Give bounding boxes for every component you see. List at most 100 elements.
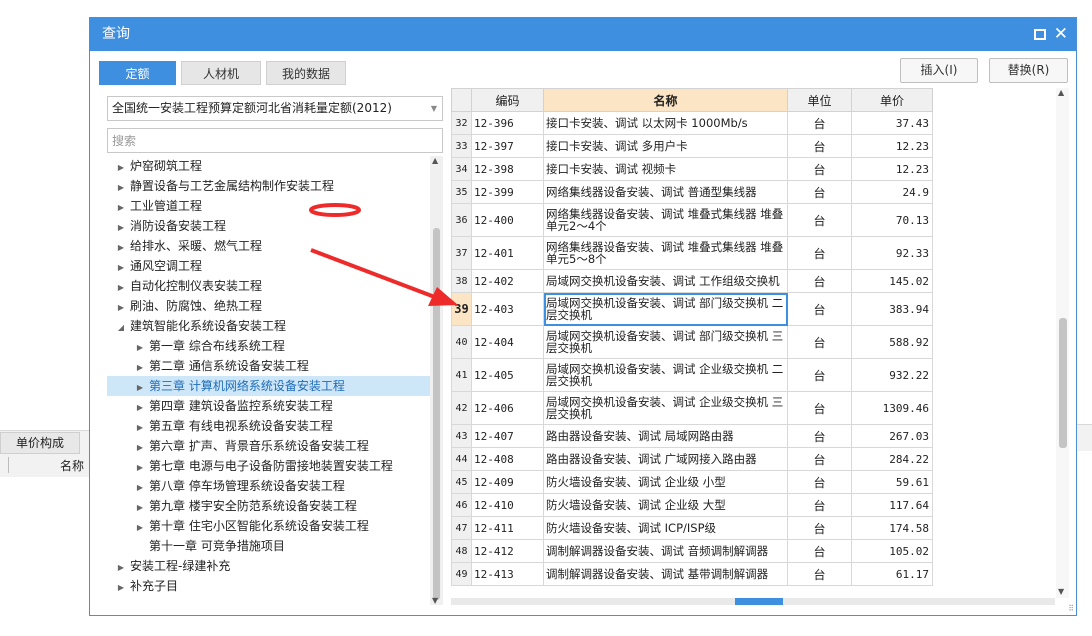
tree-item[interactable]: ▶ 第八章 停车场管理系统设备安装工程 [107, 476, 430, 496]
cell-unit[interactable]: 台 [787, 470, 852, 494]
cell-unit[interactable]: 台 [787, 516, 852, 540]
row-index[interactable]: 38 [451, 269, 472, 293]
collapsed-arrow-icon[interactable]: ▶ [115, 558, 127, 578]
cell-price[interactable]: 145.02 [851, 269, 933, 293]
cell-price[interactable]: 117.64 [851, 493, 933, 517]
cell-unit[interactable]: 台 [787, 292, 852, 326]
cell-price[interactable]: 59.61 [851, 470, 933, 494]
cell-code[interactable]: 12-412 [471, 539, 544, 563]
tab-unit-price-composition[interactable]: 单价构成 [0, 432, 80, 454]
header-price[interactable]: 单价 [851, 88, 933, 112]
cell-price[interactable]: 932.22 [851, 358, 933, 392]
tree-item[interactable]: ▶ 给排水、采暖、燃气工程 [107, 236, 430, 256]
cell-code[interactable]: 12-400 [471, 203, 544, 237]
cell-name[interactable]: 局域网交换机设备安装、调试 企业级交换机 三层交换机 [543, 391, 788, 425]
cell-name[interactable]: 局域网交换机设备安装、调试 部门级交换机 三层交换机 [543, 325, 788, 359]
cell-code[interactable]: 12-396 [471, 111, 544, 135]
tree-item[interactable]: ▶ 第三章 计算机网络系统设备安装工程 [107, 376, 430, 396]
header-unit[interactable]: 单位 [787, 88, 852, 112]
tree-scroll-thumb[interactable] [433, 228, 440, 600]
cell-name[interactable]: 防火墙设备安装、调试 企业级 大型 [543, 493, 788, 517]
scroll-down-icon[interactable]: ▼ [432, 596, 438, 605]
table-row[interactable]: 45 12-409 防火墙设备安装、调试 企业级 小型台 59.61 [451, 470, 933, 494]
collapsed-arrow-icon[interactable]: ▶ [115, 158, 127, 178]
tree-item[interactable]: ▶ 第十章 住宅小区智能化系统设备安装工程 [107, 516, 430, 536]
row-index[interactable]: 32 [451, 111, 472, 135]
cell-code[interactable]: 12-399 [471, 180, 544, 204]
tree-item[interactable]: ▶ 第一章 综合布线系统工程 [107, 336, 430, 356]
header-code[interactable]: 编码 [471, 88, 544, 112]
collapsed-arrow-icon[interactable]: ▶ [115, 238, 127, 258]
collapsed-arrow-icon[interactable]: ▶ [115, 578, 127, 598]
cell-unit[interactable]: 台 [787, 269, 852, 293]
cell-unit[interactable]: 台 [787, 236, 852, 270]
cell-unit[interactable]: 台 [787, 562, 852, 586]
cell-code[interactable]: 12-410 [471, 493, 544, 517]
cell-price[interactable]: 70.13 [851, 203, 933, 237]
collapsed-arrow-icon[interactable]: ▶ [134, 398, 146, 418]
tree-item[interactable]: ▶ 自动化控制仪表安装工程 [107, 276, 430, 296]
cell-price[interactable]: 174.58 [851, 516, 933, 540]
table-row[interactable]: 42 12-406 局域网交换机设备安装、调试 企业级交换机 三层交换机台 1309.… [451, 391, 933, 425]
collapsed-arrow-icon[interactable]: ▶ [115, 198, 127, 218]
tree-item[interactable]: ◢ 建筑智能化系统设备安装工程 [107, 316, 430, 336]
tree-item[interactable]: ▶ 第九章 楼宇安全防范系统设备安装工程 [107, 496, 430, 516]
table-row[interactable]: 38 12-402 局域网交换机设备安装、调试 工作组级交换机台 145.02 [451, 269, 933, 293]
tab-labor-material-machine[interactable]: 人材机 [181, 61, 261, 85]
table-scroll-thumb[interactable] [1059, 318, 1067, 448]
tab-quota[interactable]: 定额 [99, 61, 176, 85]
table-row[interactable]: 46 12-410 防火墙设备安装、调试 企业级 大型台 117.64 [451, 493, 933, 517]
cell-price[interactable]: 37.43 [851, 111, 933, 135]
close-icon[interactable]: ✕ [1054, 22, 1068, 46]
cell-name[interactable]: 防火墙设备安装、调试 ICP/ISP级 [543, 516, 788, 540]
tree-item[interactable]: 第十一章 可竞争措施项目 [107, 536, 430, 556]
row-index[interactable]: 37 [451, 236, 472, 270]
dialog-titlebar[interactable]: 查询 ✕ [90, 18, 1076, 51]
cell-name[interactable]: 网络集线器设备安装、调试 堆叠式集线器 堆叠单元5～8个 [543, 236, 788, 270]
cell-price[interactable]: 267.03 [851, 424, 933, 448]
tree-item[interactable]: ▶ 补充子目 [107, 576, 430, 596]
table-row[interactable]: 44 12-408 路由器设备安装、调试 广域网接入路由器台 284.22 [451, 447, 933, 471]
tree-item[interactable]: ▶ 工业管道工程 [107, 196, 430, 216]
row-index[interactable]: 42 [451, 391, 472, 425]
collapsed-arrow-icon[interactable]: ▶ [134, 418, 146, 438]
cell-unit[interactable]: 台 [787, 157, 852, 181]
table-row[interactable]: 39 12-403 局域网交换机设备安装、调试 部门级交换机 二层交换机台 383.9… [451, 292, 933, 326]
row-index[interactable]: 36 [451, 203, 472, 237]
collapsed-arrow-icon[interactable]: ▶ [115, 278, 127, 298]
row-index[interactable]: 43 [451, 424, 472, 448]
insert-button[interactable]: 插入(I) [900, 58, 978, 83]
expanded-arrow-icon[interactable]: ◢ [115, 318, 127, 338]
scroll-up-icon[interactable]: ▲ [432, 156, 438, 165]
table-row[interactable]: 47 12-411 防火墙设备安装、调试 ICP/ISP级台 174.58 [451, 516, 933, 540]
cell-name[interactable]: 接口卡安装、调试 以太网卡 1000Mb/s [543, 111, 788, 135]
cell-code[interactable]: 12-401 [471, 236, 544, 270]
header-name[interactable]: 名称 [543, 88, 788, 112]
cell-code[interactable]: 12-411 [471, 516, 544, 540]
tree-item[interactable]: ▶ 通风空调工程 [107, 256, 430, 276]
table-row[interactable]: 40 12-404 局域网交换机设备安装、调试 部门级交换机 三层交换机台 588.9… [451, 325, 933, 359]
cell-name[interactable]: 调制解调器设备安装、调试 基带调制解调器 [543, 562, 788, 586]
table-row[interactable]: 34 12-398 接口卡安装、调试 视频卡台 12.23 [451, 157, 933, 181]
tab-my-data[interactable]: 我的数据 [266, 61, 346, 85]
table-row[interactable]: 32 12-396 接口卡安装、调试 以太网卡 1000Mb/s 台 37.43 [451, 111, 933, 135]
cell-price[interactable]: 24.9 [851, 180, 933, 204]
row-index[interactable]: 41 [451, 358, 472, 392]
collapsed-arrow-icon[interactable]: ▶ [134, 338, 146, 358]
cell-unit[interactable]: 台 [787, 203, 852, 237]
cell-name[interactable]: 网络集线器设备安装、调试 堆叠式集线器 堆叠单元2～4个 [543, 203, 788, 237]
cell-name[interactable]: 局域网交换机设备安装、调试 工作组级交换机 [543, 269, 788, 293]
table-row[interactable]: 43 12-407 路由器设备安装、调试 局域网路由器台 267.03 [451, 424, 933, 448]
tree-scrollbar[interactable]: ▲ ▼ [430, 156, 443, 605]
row-index[interactable]: 40 [451, 325, 472, 359]
cell-price[interactable]: 588.92 [851, 325, 933, 359]
collapsed-arrow-icon[interactable]: ▶ [115, 298, 127, 318]
cell-name[interactable]: 路由器设备安装、调试 广域网接入路由器 [543, 447, 788, 471]
table-row[interactable]: 36 12-400 网络集线器设备安装、调试 堆叠式集线器 堆叠单元2～4个台 70.… [451, 203, 933, 237]
tree-item[interactable]: ▶ 刷油、防腐蚀、绝热工程 [107, 296, 430, 316]
cell-name[interactable]: 调制解调器设备安装、调试 音频调制解调器 [543, 539, 788, 563]
cell-name[interactable]: 防火墙设备安装、调试 企业级 小型 [543, 470, 788, 494]
collapsed-arrow-icon[interactable]: ▶ [134, 498, 146, 518]
collapsed-arrow-icon[interactable]: ▶ [115, 218, 127, 238]
scroll-down-icon[interactable]: ▼ [1058, 587, 1064, 596]
